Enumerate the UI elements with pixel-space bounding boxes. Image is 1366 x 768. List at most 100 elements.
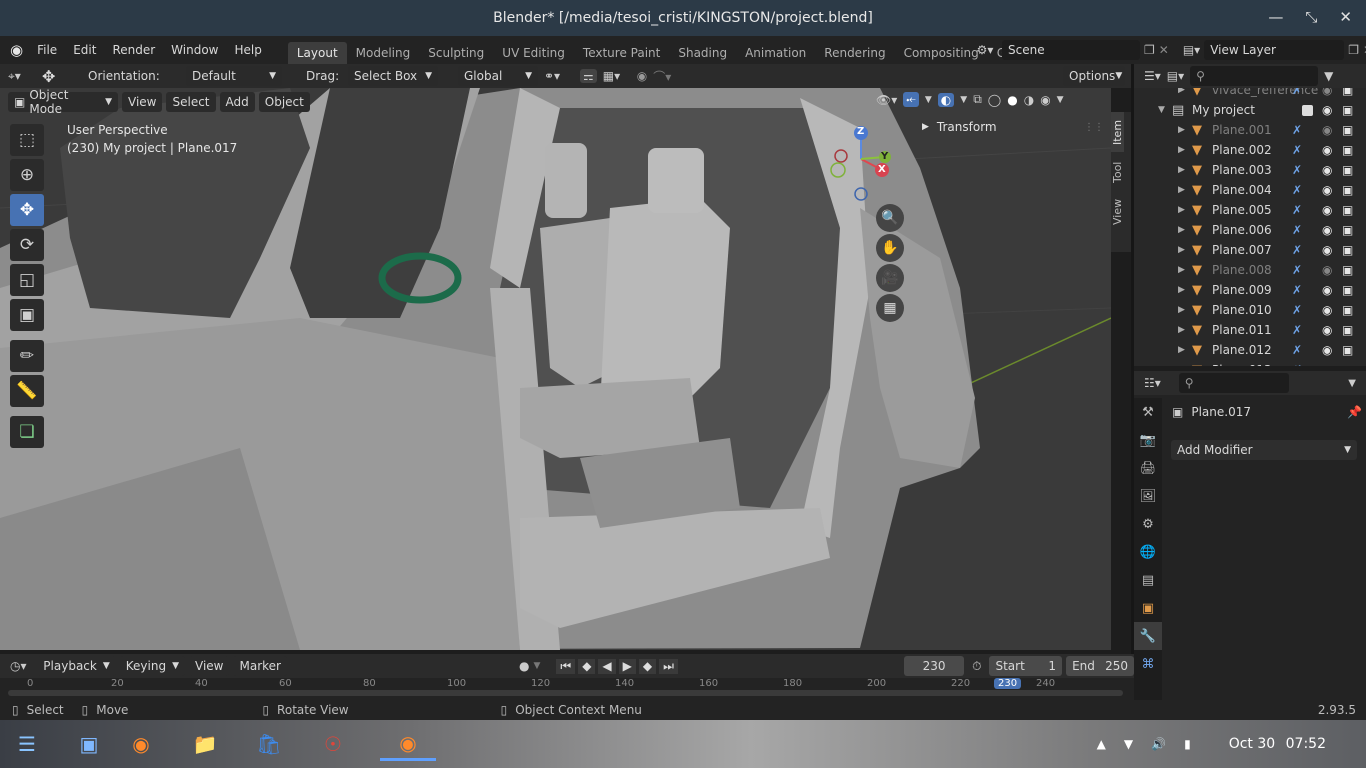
pivot-icon[interactable]: ⚭▾ [544,69,574,83]
exclude-checkbox-icon[interactable] [1302,104,1313,116]
modifier-wrench-icon[interactable]: ✗ [1292,283,1302,297]
outliner-object-row[interactable]: ▶ ▼ Plane.007 ✗ ◉ ▣ [1134,240,1366,260]
keying-set-icon[interactable]: ▼ [533,661,540,671]
menu-file[interactable]: File [29,43,65,57]
expand-arrow-icon[interactable]: ▶ [1178,145,1192,155]
world-properties-icon[interactable]: 🌐 [1134,538,1162,566]
modifier-wrench-icon[interactable]: ✗ [1292,123,1302,137]
move-tool-button-icon[interactable]: ✥ [10,194,44,226]
visibility-eye-icon[interactable]: ◉ [1322,143,1332,157]
expand-arrow-icon[interactable]: ▶ [1178,125,1192,135]
transform-panel-header[interactable]: ▶ Transform ⋮⋮ [912,116,1110,138]
snap-target-icon[interactable]: ▦▾ [603,69,631,83]
drag-dropdown[interactable]: Select Box ▼ [348,66,438,86]
navigation-gizmo[interactable]: Z Y X [830,124,900,204]
outliner-object-row[interactable]: ▶ ▼ Plane.008 ✗ ◉ ▣ [1134,260,1366,280]
timeline-menu-playback[interactable]: Playback ▼ [37,656,116,676]
expand-arrow-icon[interactable]: ▶ [1178,265,1192,275]
outliner-object-row[interactable]: ▶ ▼ Plane.010 ✗ ◉ ▣ [1134,300,1366,320]
wifi-icon[interactable]: ▼ [1124,737,1133,751]
menu-edit[interactable]: Edit [65,43,104,57]
tray-expand-icon[interactable]: ▲ [1097,737,1106,751]
timeline-scrollbar[interactable] [8,690,1123,696]
software-store-icon[interactable]: 🛍 [252,727,286,761]
collection-properties-icon[interactable]: ▤ [1134,566,1162,594]
tab-sculpting[interactable]: Sculpting [419,42,493,64]
transform-tool-icon[interactable]: ▣ [10,299,44,331]
modifier-wrench-icon[interactable]: ✗ [1292,243,1302,257]
render-camera-icon[interactable]: ▣ [1342,203,1353,217]
expand-arrow-icon[interactable]: ▶ [1178,88,1192,95]
options-dropdown[interactable]: Options ▼ [1063,66,1125,86]
add-cube-tool-icon[interactable]: ❏ [10,416,44,448]
outliner-object-row[interactable]: ▶ ▼ Plane.009 ✗ ◉ ▣ [1134,280,1366,300]
scene-field[interactable]: Scene [1002,40,1140,60]
pin-icon[interactable]: 📌 [1347,405,1362,419]
timeline-menu-keying[interactable]: Keying ▼ [119,656,185,676]
ortho-grid-icon[interactable]: ▦ [876,294,904,322]
play-reverse-icon[interactable]: ◀ [598,658,616,674]
outliner-collection-row[interactable]: ▼ ▤ My project ◉ ▣ [1134,100,1366,120]
render-camera-icon[interactable]: ▣ [1342,303,1353,317]
render-camera-icon[interactable]: ▣ [1342,283,1353,297]
render-camera-icon[interactable]: ▣ [1342,88,1353,97]
measure-tool-icon[interactable]: 📏 [10,375,44,407]
render-camera-icon[interactable]: ▣ [1342,103,1353,117]
outliner-object-row[interactable]: ▶ ▼ Plane.002 ✗ ◉ ▣ [1134,140,1366,160]
view-layer-properties-icon[interactable]: 🖼 [1134,482,1162,510]
object-mode-dropdown[interactable]: ▣ Object Mode ▼ [8,88,118,116]
close-button[interactable]: ✕ [1339,8,1352,26]
expand-arrow-icon[interactable]: ▶ [1178,305,1192,315]
viewport-menu-add[interactable]: Add [219,92,255,112]
outliner-search-input[interactable]: ⚲ [1190,66,1319,86]
orientation-dropdown[interactable]: Default ▼ [186,66,282,86]
modifier-properties-icon[interactable]: 🔧 [1134,622,1162,650]
visibility-eye-icon[interactable]: ◉ [1322,343,1332,357]
gizmo-toggle-icon[interactable]: ⤝ [903,92,919,107]
timeline-ruler[interactable]: 0 20 40 60 80 100 120 140 160 180 200 220 230 240 [0,678,1134,700]
object-properties-icon[interactable]: ▣ [1134,594,1162,622]
rotate-tool-icon[interactable]: ⟳ [10,229,44,261]
view-layer-field[interactable]: View Layer [1204,40,1345,60]
menu-window[interactable]: Window [163,43,226,57]
output-properties-icon[interactable]: 🖨 [1134,454,1162,482]
blender-logo-icon[interactable]: ◉ [0,41,29,59]
current-frame-field[interactable]: 230 [903,656,965,676]
expand-arrow-icon[interactable]: ▶ [1178,345,1192,355]
modifier-wrench-icon[interactable]: ✗ [1292,183,1302,197]
tab-layout[interactable]: Layout [287,42,347,64]
modifier-wrench-icon[interactable]: ✗ [1292,343,1302,357]
tab-uv-editing[interactable]: UV Editing [493,42,574,64]
modifier-wrench-icon[interactable]: ✗ [1292,263,1302,277]
scene-properties-icon[interactable]: ⚙ [1134,510,1162,538]
material-shading-icon[interactable]: ◑ [1024,93,1034,107]
timeline-editor-icon[interactable]: ◷▾ [10,659,33,673]
visibility-eye-icon[interactable]: ◉ [1322,223,1332,237]
new-scene-icon[interactable]: ❐ [1144,43,1155,57]
tab-animation[interactable]: Animation [736,42,815,64]
timeline-menu-marker[interactable]: Marker [233,656,287,676]
tab-modeling[interactable]: Modeling [347,42,420,64]
modifier-wrench-icon[interactable]: ✗ [1292,88,1302,97]
viewport-menu-select[interactable]: Select [166,92,216,112]
proportional-edit-icon[interactable]: ◉ [637,69,647,83]
render-camera-icon[interactable]: ▣ [1342,123,1353,137]
camera-view-icon[interactable]: 🎥 [876,264,904,292]
visibility-eye-icon[interactable]: ◉ [1322,243,1332,257]
properties-editor-icon[interactable]: ☷▾ [1144,376,1161,390]
modifier-wrench-icon[interactable]: ✗ [1292,203,1302,217]
viewport-menu-object[interactable]: Object [258,92,310,112]
select-box-tool-icon[interactable]: ⬚ [10,124,44,156]
end-frame-field[interactable]: End 250 [1066,656,1134,676]
timeline-menu-view[interactable]: View [189,656,230,676]
start-frame-field[interactable]: Start 1 [989,656,1063,676]
minimize-button[interactable]: — [1268,8,1283,26]
falloff-icon[interactable]: ⌒▾ [653,68,671,85]
expand-arrow-icon[interactable]: ▼ [1158,105,1172,115]
visibility-eye-icon[interactable]: ◉ [1322,123,1332,137]
expand-arrow-icon[interactable]: ▶ [1178,245,1192,255]
outliner-editor-icon[interactable]: ☰▾ [1144,69,1161,83]
expand-arrow-icon[interactable]: ▶ [1178,285,1192,295]
visibility-eye-icon[interactable]: ◉ [1322,203,1332,217]
editor-type-icon[interactable]: ⌖▾ [8,69,36,84]
